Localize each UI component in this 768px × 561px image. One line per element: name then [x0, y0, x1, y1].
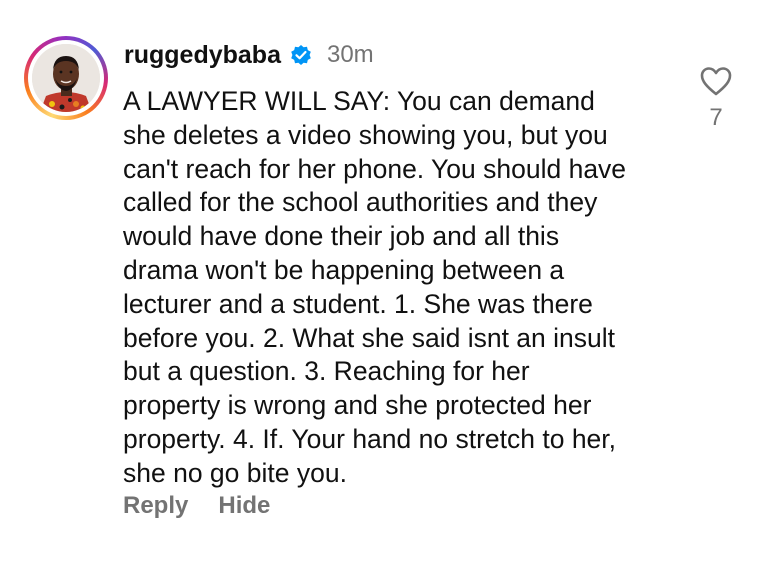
- avatar-story-ring[interactable]: [24, 36, 108, 120]
- comment-actions: Reply Hide: [123, 492, 270, 520]
- comment: ruggedybaba 30m A LAWYER WILL SAY: You c…: [0, 0, 768, 561]
- heart-outline-icon[interactable]: [698, 64, 734, 100]
- username[interactable]: ruggedybaba: [124, 41, 281, 70]
- like-count: 7: [709, 104, 723, 131]
- reply-button[interactable]: Reply: [123, 492, 188, 520]
- verified-badge-icon: [289, 43, 313, 67]
- hide-button[interactable]: Hide: [218, 492, 270, 520]
- timestamp: 30m: [326, 41, 374, 68]
- comment-header: ruggedybaba 30m: [124, 38, 374, 72]
- avatar-photo: [32, 44, 100, 112]
- avatar[interactable]: [32, 44, 100, 112]
- comment-text: A LAWYER WILL SAY: You can demand she de…: [123, 86, 627, 488]
